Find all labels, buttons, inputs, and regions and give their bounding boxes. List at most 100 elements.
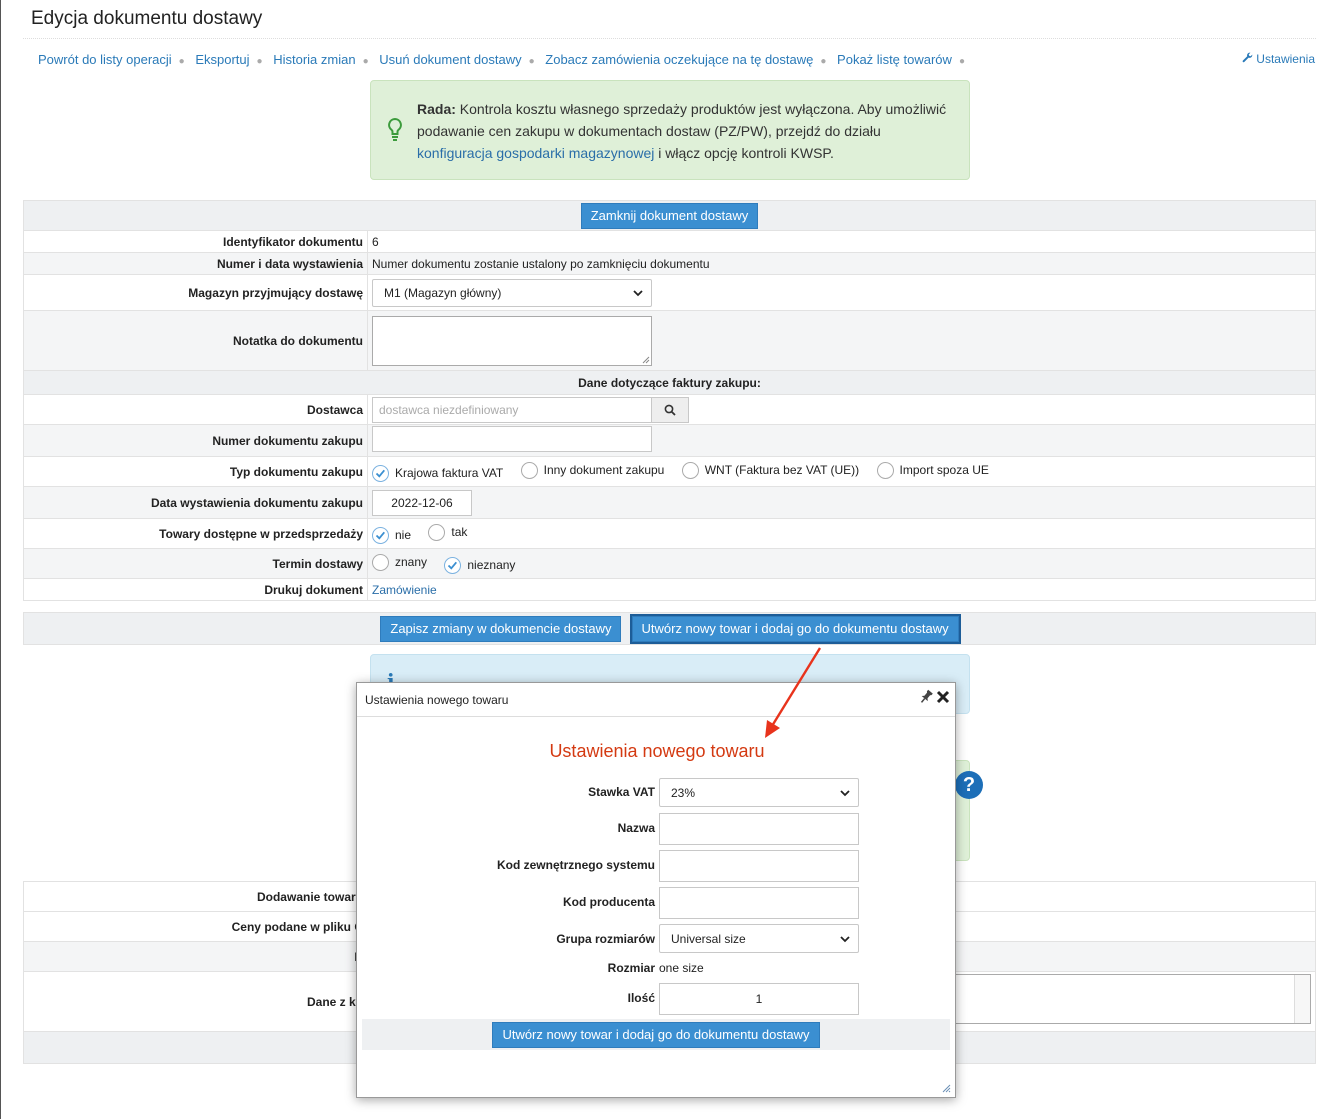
warehouse-config-link[interactable]: konfiguracja gospodarki magazynowej [417, 145, 654, 161]
separator-dot: ● [528, 56, 535, 67]
doc-type-label: Typ dokumentu zakupu [23, 456, 368, 487]
name-label: Nazwa [617, 821, 655, 835]
actions-row: Zapisz zmiany w dokumencie dostawy Utwór… [23, 612, 1316, 645]
delivery-option-label: nieznany [467, 558, 516, 572]
operations-bar: Powrót do listy operacji ● Eksportuj ● His… [38, 52, 972, 67]
create-product-button[interactable]: Utwórz nowy towar i dodaj go do dokument… [631, 615, 959, 642]
scrollbar[interactable] [1294, 975, 1310, 1023]
tip-text-2: i włącz opcję kontroli KWSP. [654, 145, 834, 161]
ext-code-label: Kod zewnętrznego systemu [496, 858, 655, 872]
back-to-list-link[interactable]: Powrót do listy operacji [38, 52, 172, 67]
presale-label: Towary dostępne w przedsprzedaży [23, 518, 368, 549]
issue-date-input[interactable]: 2022-12-06 [372, 489, 472, 516]
r-label: R [23, 941, 368, 972]
settings-link[interactable]: Ustawienia [1242, 52, 1315, 66]
radio-empty-icon [372, 553, 389, 571]
dialog-header-title: Ustawienia nowego towaru [365, 693, 509, 707]
vat-select-value: 23% [671, 785, 696, 800]
presale-radio-no[interactable]: nie [372, 526, 412, 544]
warehouse-select[interactable]: M1 (Magazyn główny) [372, 278, 652, 307]
number-date-label: Numer i data wystawienia [23, 252, 368, 275]
print-order-link[interactable]: Zamówienie [372, 583, 437, 597]
doc-type-option-label: Import spoza UE [899, 463, 989, 477]
settings-label: Ustawienia [1256, 52, 1315, 66]
chevron-down-icon [633, 289, 643, 296]
delivery-term-label: Termin dostawy [23, 548, 368, 579]
delivery-radio-known[interactable]: znany [372, 553, 428, 571]
delivery-form: Zamknij dokument dostawy Identyfikator d… [23, 200, 1316, 601]
doc-type-radio-import[interactable]: Import spoza UE [876, 461, 989, 479]
help-icon[interactable]: ? [955, 771, 983, 799]
doc-type-option-label: Inny dokument zakupu [543, 463, 665, 477]
size-group-select[interactable]: Universal size [659, 924, 859, 953]
resize-grip-icon [642, 356, 650, 363]
supplier-search-button[interactable] [651, 396, 689, 423]
file-prices-label: Ceny podane w pliku C [23, 911, 368, 942]
add-product-label: Dodawanie towaru [23, 881, 368, 912]
import-data-textarea[interactable] [951, 974, 1311, 1024]
doc-type-radio-domestic[interactable]: Krajowa faktura VAT [372, 464, 504, 482]
producer-code-label: Kod producenta [563, 895, 655, 909]
change-history-link[interactable]: Historia zmian [273, 52, 355, 67]
note-textarea[interactable] [372, 315, 652, 366]
doc-type-option-label: WNT (Faktura bez VAT (UE)) [704, 463, 860, 477]
issue-date-label: Data wystawienia dokumentu zakupu [23, 486, 368, 519]
size-group-label: Grupa rozmiarów [556, 932, 655, 946]
warehouse-select-value: M1 (Magazyn główny) [384, 285, 502, 300]
vat-select[interactable]: 23% [659, 778, 859, 807]
pending-orders-link[interactable]: Zobacz zamówienia oczekujące na tę dosta… [545, 52, 813, 67]
purchase-number-input[interactable] [372, 426, 652, 452]
separator-dot: ● [178, 56, 185, 67]
number-date-value: Numer dokumentu zostanie ustalony po zam… [367, 252, 1316, 275]
delivery-option-label: znany [395, 555, 428, 569]
product-list-link[interactable]: Pokaż listę towarów [837, 52, 952, 67]
data-from-label: Dane z ko [23, 971, 368, 1032]
search-icon [664, 404, 676, 416]
presale-option-label: nie [395, 528, 412, 542]
ext-code-input[interactable] [659, 850, 859, 882]
purchase-number-label: Numer dokumentu zakupu [23, 424, 368, 457]
radio-checked-icon [372, 526, 389, 544]
invoice-section-header: Dane dotyczące faktury zakupu: [23, 370, 1316, 395]
radio-empty-icon [520, 461, 538, 479]
doc-type-option-label: Krajowa faktura VAT [395, 466, 504, 480]
close-delivery-button[interactable]: Zamknij dokument dostawy [580, 202, 759, 229]
dialog-header: Ustawienia nowego towaru [357, 683, 955, 717]
pin-icon[interactable] [919, 689, 933, 705]
separator-dot: ● [958, 56, 965, 67]
form-header: Zamknij dokument dostawy [23, 200, 1316, 231]
supplier-input[interactable]: dostawca niezdefiniowany [372, 396, 652, 423]
radio-checked-icon [444, 556, 462, 574]
page-title: Edycja dokumentu dostawy [31, 8, 263, 29]
presale-option-label: tak [451, 525, 468, 539]
delete-delivery-link[interactable]: Usuń dokument dostawy [379, 52, 521, 67]
warehouse-label: Magazyn przyjmujący dostawę [23, 274, 368, 311]
tip-box: Rada: Kontrola kosztu własnego sprzedaży… [370, 80, 970, 180]
quantity-input[interactable]: 1 [659, 983, 859, 1015]
vat-label: Stawka VAT [588, 785, 655, 799]
quantity-label: Ilość [627, 991, 655, 1005]
form-actions: Zapisz zmiany w dokumencie dostawy Utwór… [23, 612, 1316, 645]
presale-group: nie tak [367, 518, 1316, 549]
radio-checked-icon [372, 464, 389, 482]
doc-type-radio-other[interactable]: Inny dokument zakupu [520, 461, 665, 479]
wrench-icon [1242, 52, 1253, 66]
doc-type-radio-wnt[interactable]: WNT (Faktura bez VAT (UE)) [681, 461, 860, 479]
close-icon[interactable] [935, 689, 951, 705]
title-divider [23, 38, 1316, 39]
supplier-label: Dostawca [23, 394, 368, 425]
dialog-footer: Utwórz nowy towar i dodaj go do dokument… [362, 1019, 950, 1050]
presale-radio-yes[interactable]: tak [428, 523, 468, 541]
dialog-create-product-button[interactable]: Utwórz nowy towar i dodaj go do dokument… [492, 1022, 820, 1048]
producer-code-input[interactable] [659, 887, 859, 919]
save-delivery-button[interactable]: Zapisz zmiany w dokumencie dostawy [380, 615, 622, 642]
resize-grip-icon[interactable] [942, 1084, 951, 1093]
delivery-radio-unknown[interactable]: nieznany [444, 556, 516, 574]
name-input[interactable] [659, 813, 859, 845]
export-link[interactable]: Eksportuj [195, 52, 249, 67]
radio-empty-icon [428, 523, 446, 541]
delivery-term-group: znany nieznany [367, 548, 1316, 579]
print-label: Drukuj dokument [23, 578, 368, 601]
radio-empty-icon [681, 461, 699, 479]
new-product-dialog: Ustawienia nowego towaru Ustawienia nowe… [356, 682, 956, 1098]
